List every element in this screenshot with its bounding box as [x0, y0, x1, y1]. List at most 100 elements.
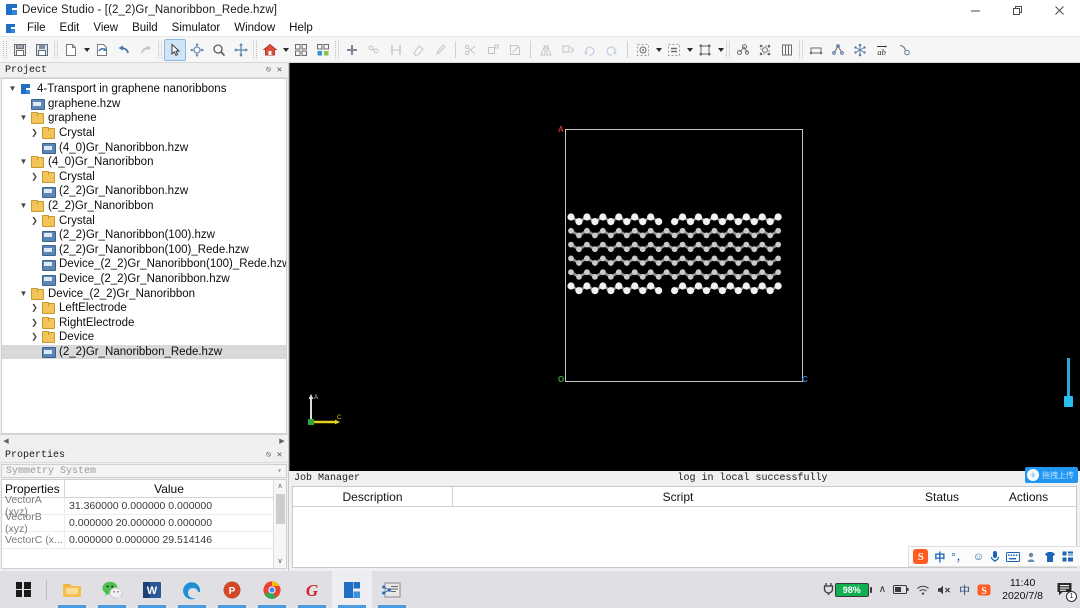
- tree-item[interactable]: ❯ Crystal: [2, 213, 286, 228]
- taskbar-clock[interactable]: 11:40 2020/7/8: [998, 577, 1047, 603]
- tree-item[interactable]: Device_(2_2)Gr_Nanoribbon.hzw: [2, 272, 286, 287]
- tree-item[interactable]: (2_2)Gr_Nanoribbon(100)_Rede.hzw: [2, 243, 286, 258]
- tiles-view-icon[interactable]: [312, 39, 334, 61]
- project-close-icon[interactable]: ✕: [274, 65, 285, 75]
- emoji-icon[interactable]: ☺: [973, 551, 984, 563]
- add-atom-icon[interactable]: [341, 39, 363, 61]
- scroll-right-icon[interactable]: ▶: [276, 437, 288, 445]
- bond-style-icon[interactable]: [663, 39, 685, 61]
- network-icon[interactable]: [916, 584, 930, 596]
- properties-scroll-up-icon[interactable]: ∧: [277, 480, 282, 493]
- user-icon[interactable]: [1026, 551, 1038, 563]
- pan-move-icon[interactable]: [230, 39, 252, 61]
- close-button[interactable]: [1038, 0, 1080, 20]
- minimize-button[interactable]: [954, 0, 996, 20]
- tree-item[interactable]: ❯ Crystal: [2, 126, 286, 141]
- tree-item[interactable]: graphene.hzw: [2, 97, 286, 112]
- menu-window[interactable]: Window: [227, 21, 282, 35]
- properties-scroll-thumb[interactable]: [275, 494, 285, 524]
- symmetry-system-combo[interactable]: Symmetry System ▾: [1, 464, 287, 478]
- tree-collapse-icon[interactable]: ▼: [6, 85, 19, 93]
- project-float-icon[interactable]: ⎋: [263, 65, 274, 75]
- tree-expand-icon[interactable]: ❯: [28, 333, 41, 341]
- menu-help[interactable]: Help: [282, 21, 320, 35]
- taskbar-item-edge[interactable]: [172, 571, 212, 608]
- toolbar-grip-4[interactable]: [253, 41, 257, 58]
- properties-float-icon[interactable]: ⎋: [263, 450, 274, 460]
- menu-edit[interactable]: Edit: [53, 21, 87, 35]
- zoom-icon[interactable]: [208, 39, 230, 61]
- resize-cell-icon[interactable]: [482, 39, 504, 61]
- measure-distance-icon[interactable]: [385, 39, 407, 61]
- chinese-mode-icon[interactable]: 中: [934, 549, 945, 565]
- tree-item[interactable]: ▼ 4-Transport in graphene nanoribbons: [2, 82, 286, 97]
- sogou-tray-icon[interactable]: S: [977, 583, 991, 597]
- open-folder-icon[interactable]: [9, 39, 31, 61]
- cell-style-icon[interactable]: [694, 39, 716, 61]
- tree-collapse-icon[interactable]: ▼: [17, 289, 30, 298]
- new-file-icon[interactable]: [60, 39, 82, 61]
- menu-build[interactable]: Build: [125, 21, 165, 35]
- tree-expand-icon[interactable]: ❯: [28, 318, 41, 327]
- start-button[interactable]: [0, 571, 46, 608]
- menu-simulator[interactable]: Simulator: [165, 21, 228, 35]
- edit-geometry-icon[interactable]: [504, 39, 526, 61]
- taskbar-item-g-app[interactable]: G: [292, 571, 332, 608]
- toolbar-grip-5[interactable]: [335, 41, 339, 58]
- tree-collapse-icon[interactable]: ▼: [17, 158, 30, 166]
- sogou-logo-icon[interactable]: S: [913, 549, 929, 564]
- angle-icon[interactable]: [827, 39, 849, 61]
- ime-toolbar[interactable]: S 中 °， ☺: [908, 546, 1080, 567]
- toolbar-grip-6[interactable]: [726, 41, 730, 58]
- cut-bond-icon[interactable]: [460, 39, 482, 61]
- scroll-left-icon[interactable]: ◀: [0, 437, 12, 445]
- taskbar-item-word[interactable]: W: [132, 571, 172, 608]
- notification-center-button[interactable]: 1: [1054, 579, 1077, 602]
- tree-item[interactable]: ▼ graphene: [2, 111, 286, 126]
- battery-status[interactable]: 98%: [823, 582, 872, 598]
- tree-expand-icon[interactable]: ❯: [28, 304, 41, 312]
- punctuation-icon[interactable]: °，: [951, 549, 966, 565]
- tree-item[interactable]: ❯ Crystal: [2, 170, 286, 185]
- menu-view[interactable]: View: [86, 21, 125, 35]
- properties-row[interactable]: VectorB (xyz) 0.000000 20.000000 0.000000: [2, 511, 273, 535]
- project-tree-hscrollbar[interactable]: ◀ ▶: [0, 434, 288, 447]
- voice-input-icon[interactable]: [990, 550, 1000, 563]
- polyhedra-icon[interactable]: [776, 39, 798, 61]
- slider-track[interactable]: [1067, 358, 1070, 398]
- redo-icon[interactable]: [135, 39, 157, 61]
- mirror-icon[interactable]: [535, 39, 557, 61]
- undo-icon[interactable]: [113, 39, 135, 61]
- tree-item[interactable]: (2_2)Gr_Nanoribbon.hzw: [2, 184, 286, 199]
- taskbar-item-file-explorer[interactable]: [52, 571, 92, 608]
- tree-collapse-icon[interactable]: ▼: [17, 202, 30, 210]
- vector-ab-icon[interactable]: ab: [871, 39, 893, 61]
- atom-style-icon[interactable]: [632, 39, 654, 61]
- tree-expand-icon[interactable]: ❯: [28, 216, 41, 225]
- wireframe-icon[interactable]: [754, 39, 776, 61]
- taskbar-item-device-studio[interactable]: [332, 571, 372, 608]
- ball-stick-icon[interactable]: [732, 39, 754, 61]
- tree-item[interactable]: ▼ (2_2)Gr_Nanoribbon: [2, 199, 286, 214]
- show-hidden-icons-button[interactable]: ∧: [879, 584, 886, 595]
- drag-upload-badge[interactable]: ⚛ 拖拽上传: [1025, 467, 1078, 483]
- taskbar-item-installer-app[interactable]: [372, 571, 412, 608]
- save-icon[interactable]: [31, 39, 53, 61]
- battery-icon[interactable]: [893, 584, 909, 595]
- cell-style-dropdown-icon[interactable]: [716, 39, 725, 61]
- restore-button[interactable]: [996, 0, 1038, 20]
- viewport-zoom-slider[interactable]: [1064, 358, 1074, 414]
- slider-knob[interactable]: [1064, 396, 1073, 407]
- atom-style-dropdown-icon[interactable]: [654, 39, 663, 61]
- tree-item[interactable]: (2_2)Gr_Nanoribbon_Rede.hzw: [2, 344, 286, 360]
- volume-muted-icon[interactable]: [937, 584, 952, 596]
- grid-view-icon[interactable]: [290, 39, 312, 61]
- home-view-icon[interactable]: [259, 39, 281, 61]
- measure-lattice-icon[interactable]: [805, 39, 827, 61]
- tree-item[interactable]: ❯ LeftElectrode: [2, 301, 286, 316]
- menu-file[interactable]: File: [20, 21, 53, 35]
- skin-icon[interactable]: [1044, 551, 1056, 563]
- soft-keyboard-icon[interactable]: [1006, 551, 1020, 562]
- tree-item[interactable]: (4_0)Gr_Nanoribbon.hzw: [2, 140, 286, 155]
- tree-item[interactable]: ▼ (4_0)Gr_Nanoribbon: [2, 155, 286, 170]
